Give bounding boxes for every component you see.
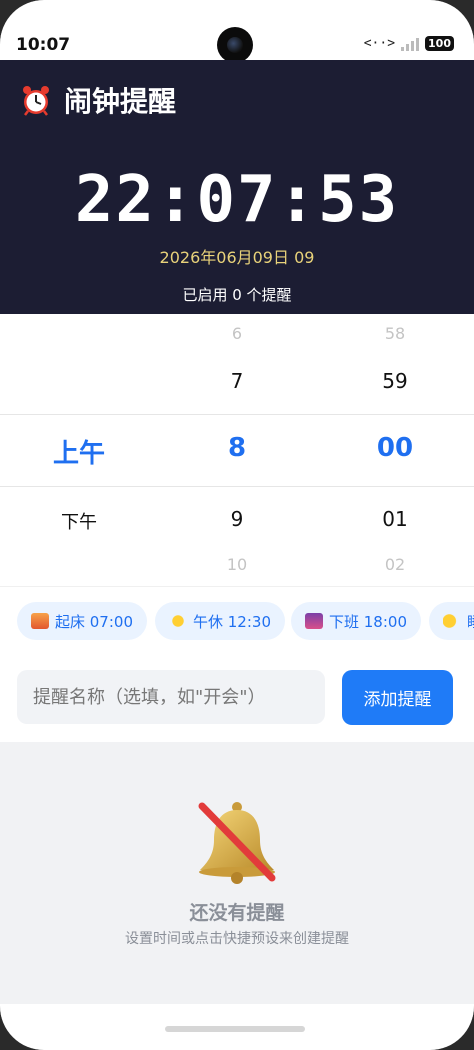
minute-option[interactable]: 01	[316, 507, 474, 531]
minute-option[interactable]: 58	[316, 324, 474, 343]
preset-off-work[interactable]: 下班 18:00	[291, 602, 421, 640]
app-header: 闹钟提醒 22:07:53 2026年06月09日 09 已启用 0 个提醒	[0, 60, 474, 314]
preset-wakeup[interactable]: 起床 07:00	[17, 602, 147, 640]
hour-option[interactable]: 9	[158, 507, 316, 531]
minute-column[interactable]: 58 59 00 01 02	[316, 314, 474, 586]
battery-icon: 100	[425, 36, 454, 51]
city-dusk-icon	[305, 613, 323, 629]
current-time: 22:07:53	[74, 163, 400, 237]
time-picker[interactable]: 上午 下午 6 7 8 9 10 58 59 00 01 02	[0, 314, 474, 586]
bottom-bar	[0, 1004, 474, 1050]
preset-sleep[interactable]: 睡	[429, 602, 474, 640]
hour-option[interactable]: 7	[158, 369, 316, 393]
bell-muted-icon	[198, 802, 276, 884]
preset-noon-nap[interactable]: 午休 12:30	[155, 602, 285, 640]
reminder-name-input[interactable]	[17, 670, 325, 724]
ampm-selected[interactable]: 上午	[0, 433, 158, 470]
enabled-count: 已启用 0 个提醒	[182, 286, 292, 304]
preset-label: 下班 18:00	[329, 612, 407, 631]
empty-subtitle: 设置时间或点击快捷预设来创建提醒	[125, 931, 349, 947]
empty-title: 还没有提醒	[189, 902, 285, 924]
add-reminder-row: 添加提醒	[0, 654, 474, 742]
status-time: 10:07	[16, 35, 71, 55]
signal-icon	[401, 37, 420, 51]
minute-option[interactable]: 59	[316, 369, 474, 393]
empty-state: 还没有提醒 设置时间或点击快捷预设来创建提醒	[0, 742, 474, 1004]
moon-icon	[443, 613, 461, 629]
app-title-text: 闹钟提醒	[64, 85, 177, 118]
status-bar: 10:07 <··> 100	[0, 0, 474, 63]
sun-icon	[169, 613, 187, 629]
preset-label: 起床 07:00	[55, 612, 133, 631]
network-icon: <··>	[363, 36, 396, 51]
minute-option[interactable]: 02	[316, 555, 474, 574]
sunrise-icon	[31, 613, 49, 629]
home-indicator[interactable]	[165, 1026, 305, 1032]
preset-label: 睡	[467, 611, 474, 632]
hour-option[interactable]: 6	[158, 324, 316, 343]
hour-column[interactable]: 6 7 8 9 10	[158, 314, 316, 586]
alarm-clock-icon	[23, 86, 49, 116]
front-camera	[217, 27, 253, 63]
minute-selected[interactable]: 00	[316, 433, 474, 463]
add-reminder-button[interactable]: 添加提醒	[342, 670, 453, 725]
current-date: 2026年06月09日 09	[159, 248, 315, 267]
status-icons: <··> 100	[364, 36, 454, 51]
app-title: 闹钟提醒	[20, 80, 176, 120]
preset-label: 午休 12:30	[193, 612, 271, 631]
hour-option[interactable]: 10	[158, 555, 316, 574]
phone-screen: 10:07 <··> 100 闹钟提醒 22:07:53 2026年06月09日…	[0, 0, 474, 1050]
ampm-column[interactable]: 上午 下午	[0, 314, 158, 586]
ampm-option[interactable]: 下午	[0, 508, 158, 534]
hour-selected[interactable]: 8	[158, 433, 316, 463]
preset-bar: 起床 07:00 午休 12:30 下班 18:00 睡	[0, 586, 474, 656]
